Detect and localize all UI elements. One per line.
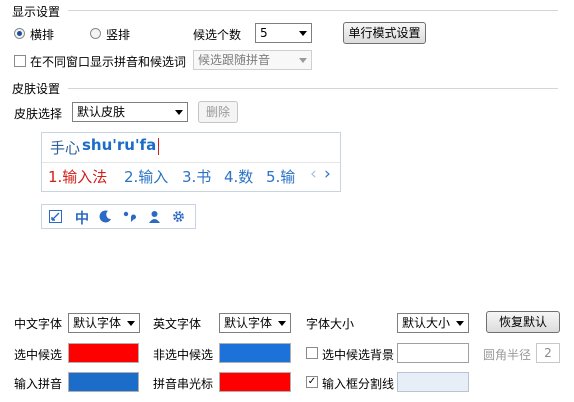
- radio-horizontal-label[interactable]: 横排: [30, 26, 54, 43]
- font-size-value: 默认大小: [402, 316, 451, 330]
- follow-pinyin-select[interactable]: 候选跟随拼音: [193, 50, 312, 70]
- gear-icon: [172, 210, 185, 226]
- display-settings-title: 显示设置: [12, 5, 61, 19]
- cursor-color-label: 拼音串光标: [153, 377, 214, 391]
- radio-vertical-button[interactable]: [90, 28, 101, 39]
- skin-settings-title: 皮肤设置: [12, 82, 61, 96]
- input-pinyin-color-swatch[interactable]: [68, 372, 139, 392]
- unselected-candidate-color-swatch[interactable]: [219, 343, 291, 363]
- chevron-right-icon: ›: [324, 164, 331, 184]
- skin-select-label: 皮肤选择: [14, 107, 63, 121]
- skin-select[interactable]: 默认皮肤: [72, 102, 188, 122]
- selected-bg-color-swatch[interactable]: [397, 343, 469, 363]
- separate-window-checkbox[interactable]: [14, 55, 26, 67]
- input-divider-line: [42, 162, 340, 163]
- restore-default-button[interactable]: 恢复默认: [486, 311, 560, 333]
- selected-candidate-color-swatch[interactable]: [68, 343, 139, 363]
- candidate-count-value: 5: [260, 26, 268, 40]
- delete-skin-button[interactable]: 删除: [198, 101, 238, 123]
- candidate-item: 4.数: [224, 168, 254, 186]
- candidate-count-select[interactable]: 5: [255, 23, 312, 43]
- chinese-font-select[interactable]: 默认字体: [68, 313, 140, 333]
- edit-icon: [49, 210, 62, 226]
- chevron-down-icon: [127, 321, 135, 326]
- selected-candidate-label: 选中候选: [14, 348, 63, 362]
- candidate-item: 1.输入法: [48, 168, 108, 186]
- candidate-window-preview: 手心 shu'ru'fa 1.输入法 2.输入 3.书 4.数 5.输 ‹ ›: [41, 132, 341, 192]
- input-pinyin-label: 输入拼音: [14, 377, 63, 391]
- follow-pinyin-value: 候选跟随拼音: [198, 53, 271, 67]
- chinese-font-label: 中文字体: [14, 317, 63, 331]
- user-icon: [148, 210, 161, 226]
- punctuation-icon: [123, 210, 136, 226]
- divider-checkbox[interactable]: ✓: [306, 376, 318, 388]
- candidate-item: 2.输入: [124, 168, 169, 186]
- chinese-mode-icon: 中: [75, 211, 89, 227]
- chevron-down-icon: [175, 110, 183, 115]
- cursor-color-swatch[interactable]: [219, 372, 291, 392]
- unselected-candidate-label: 非选中候选: [153, 348, 214, 362]
- single-line-mode-button[interactable]: 单行模式设置: [343, 22, 426, 44]
- candidate-item: 3.书: [182, 168, 212, 186]
- chevron-down-icon: [278, 321, 286, 326]
- section-divider: [68, 10, 558, 11]
- preview-brand: 手心: [50, 139, 81, 157]
- radio-vertical[interactable]: [90, 28, 101, 39]
- skin-select-value: 默认皮肤: [77, 105, 126, 119]
- divider-label[interactable]: 输入框分割线: [322, 375, 394, 392]
- chevron-down-icon: [299, 31, 307, 36]
- radio-horizontal[interactable]: [14, 28, 25, 39]
- font-size-select[interactable]: 默认大小: [397, 313, 469, 333]
- divider-color-swatch[interactable]: [397, 372, 469, 392]
- chevron-left-icon: ‹: [310, 164, 317, 184]
- separate-window-label[interactable]: 在不同窗口显示拼音和候选词: [30, 53, 186, 70]
- radio-horizontal-button[interactable]: [14, 28, 25, 39]
- moon-icon: [99, 210, 112, 226]
- english-font-label: 英文字体: [153, 317, 202, 331]
- selected-bg-checkbox[interactable]: [306, 347, 318, 359]
- english-font-select[interactable]: 默认字体: [219, 313, 291, 333]
- selected-bg-label[interactable]: 选中候选背景: [322, 346, 394, 363]
- preview-pinyin: shu'ru'fa: [82, 136, 157, 154]
- font-size-label: 字体大小: [306, 317, 355, 331]
- english-font-value: 默认字体: [224, 316, 273, 330]
- candidate-count-label: 候选个数: [193, 28, 242, 42]
- pinyin-cursor: [158, 138, 159, 155]
- chinese-font-value: 默认字体: [73, 316, 122, 330]
- chevron-down-icon: [456, 321, 464, 326]
- corner-radius-input[interactable]: 2: [536, 343, 560, 363]
- chevron-down-icon: [299, 58, 307, 63]
- candidate-item: 5.输: [266, 168, 296, 186]
- section-divider: [68, 88, 558, 89]
- status-toolbar-preview: 中: [41, 204, 196, 229]
- corner-radius-label: 圆角半径: [483, 348, 532, 362]
- radio-vertical-label[interactable]: 竖排: [106, 26, 130, 43]
